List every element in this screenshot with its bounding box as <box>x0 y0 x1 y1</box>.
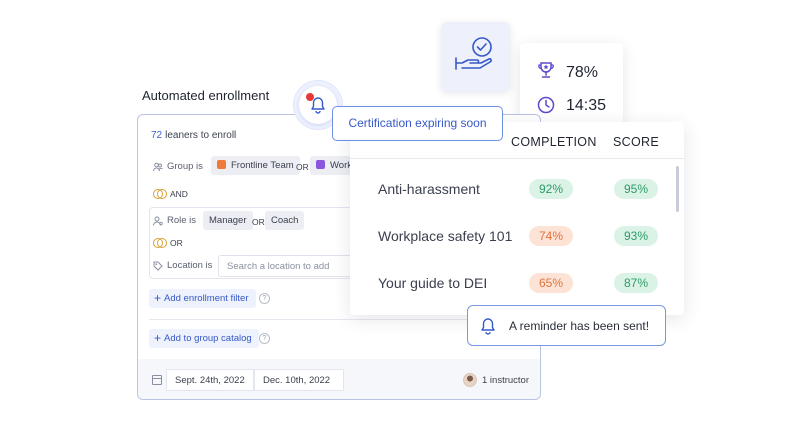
location-search-input[interactable]: Search a location to add <box>218 255 353 277</box>
alert-dot <box>306 93 314 101</box>
add-group-catalog-button[interactable]: + Add to group catalog <box>149 329 259 348</box>
location-label: Location is <box>167 260 213 271</box>
or-text: OR <box>252 217 265 227</box>
instructor-count[interactable]: 1 instructor <box>482 375 529 386</box>
chip-label: Work <box>330 160 352 171</box>
trophy-icon <box>538 62 554 78</box>
avatar <box>463 373 477 387</box>
hand-check-card <box>441 22 510 91</box>
enrollment-title: Automated enrollment <box>142 88 270 103</box>
completion-stat: 78% <box>566 64 599 81</box>
completion-header: COMPLETION <box>511 135 597 149</box>
enroll-count-number: 72 <box>151 130 163 141</box>
group-label: Group is <box>167 161 203 172</box>
enroll-count: 72 leaners to enroll <box>151 130 236 141</box>
completion-badge: 65% <box>529 273 573 293</box>
chip-color-swatch <box>217 160 226 169</box>
and-label: AND <box>170 189 188 199</box>
logic-rings-icon <box>153 238 167 248</box>
completion-badge: 92% <box>529 179 573 199</box>
add-filter-label: Add enrollment filter <box>164 293 249 304</box>
reminder-toast: A reminder has been sent! <box>467 305 666 346</box>
score-badge: 93% <box>614 226 658 246</box>
hand-check-icon <box>455 37 492 70</box>
chip-label: Frontline Team <box>231 160 294 171</box>
help-icon[interactable]: ? <box>259 333 270 344</box>
group-icon <box>153 162 163 172</box>
help-icon[interactable]: ? <box>259 293 270 304</box>
bell-icon <box>481 318 495 335</box>
enroll-count-label: leaners to enroll <box>165 130 237 141</box>
start-date-field[interactable]: Sept. 24th, 2022 <box>166 369 254 391</box>
plus-icon: + <box>154 291 162 305</box>
scrollbar-thumb[interactable] <box>676 166 679 212</box>
certification-alert[interactable]: Certification expiring soon <box>332 106 503 141</box>
course-name[interactable]: Anti-harassment <box>378 181 480 197</box>
completion-badge: 74% <box>529 226 573 246</box>
and-operator[interactable]: AND <box>153 189 188 199</box>
or-label: OR <box>170 238 183 248</box>
logic-rings-icon <box>153 189 167 199</box>
add-enrollment-filter-button[interactable]: + Add enrollment filter <box>149 289 256 308</box>
calendar-icon <box>152 375 162 385</box>
stats-card: 78% 14:35 <box>520 43 623 125</box>
role-chip-manager[interactable]: Manager <box>203 211 253 230</box>
clock-icon <box>537 96 555 114</box>
role-chip-coach[interactable]: Coach <box>265 211 305 230</box>
header-divider <box>350 158 684 159</box>
role-icon <box>153 216 163 226</box>
add-catalog-label: Add to group catalog <box>164 333 252 344</box>
location-tag-icon <box>153 261 163 271</box>
reminder-text: A reminder has been sent! <box>509 319 650 333</box>
enrollment-footer: Sept. 24th, 2022 Dec. 10th, 2022 1 instr… <box>138 359 540 399</box>
score-badge: 87% <box>614 273 658 293</box>
plus-icon: + <box>154 331 162 345</box>
or-operator[interactable]: OR <box>153 238 183 248</box>
course-progress-panel: COMPLETION SCORE Anti-harassment 92% 95%… <box>350 122 684 315</box>
or-text: OR <box>296 162 309 172</box>
time-stat: 14:35 <box>566 97 607 114</box>
course-name[interactable]: Workplace safety 101 <box>378 228 512 244</box>
group-chip-frontline[interactable]: Frontline Team <box>211 156 300 175</box>
role-label: Role is <box>167 215 197 226</box>
score-badge: 95% <box>614 179 658 199</box>
score-header: SCORE <box>613 135 659 149</box>
chip-color-swatch <box>316 160 325 169</box>
end-date-field[interactable]: Dec. 10th, 2022 <box>254 369 344 391</box>
course-name[interactable]: Your guide to DEI <box>378 275 487 291</box>
